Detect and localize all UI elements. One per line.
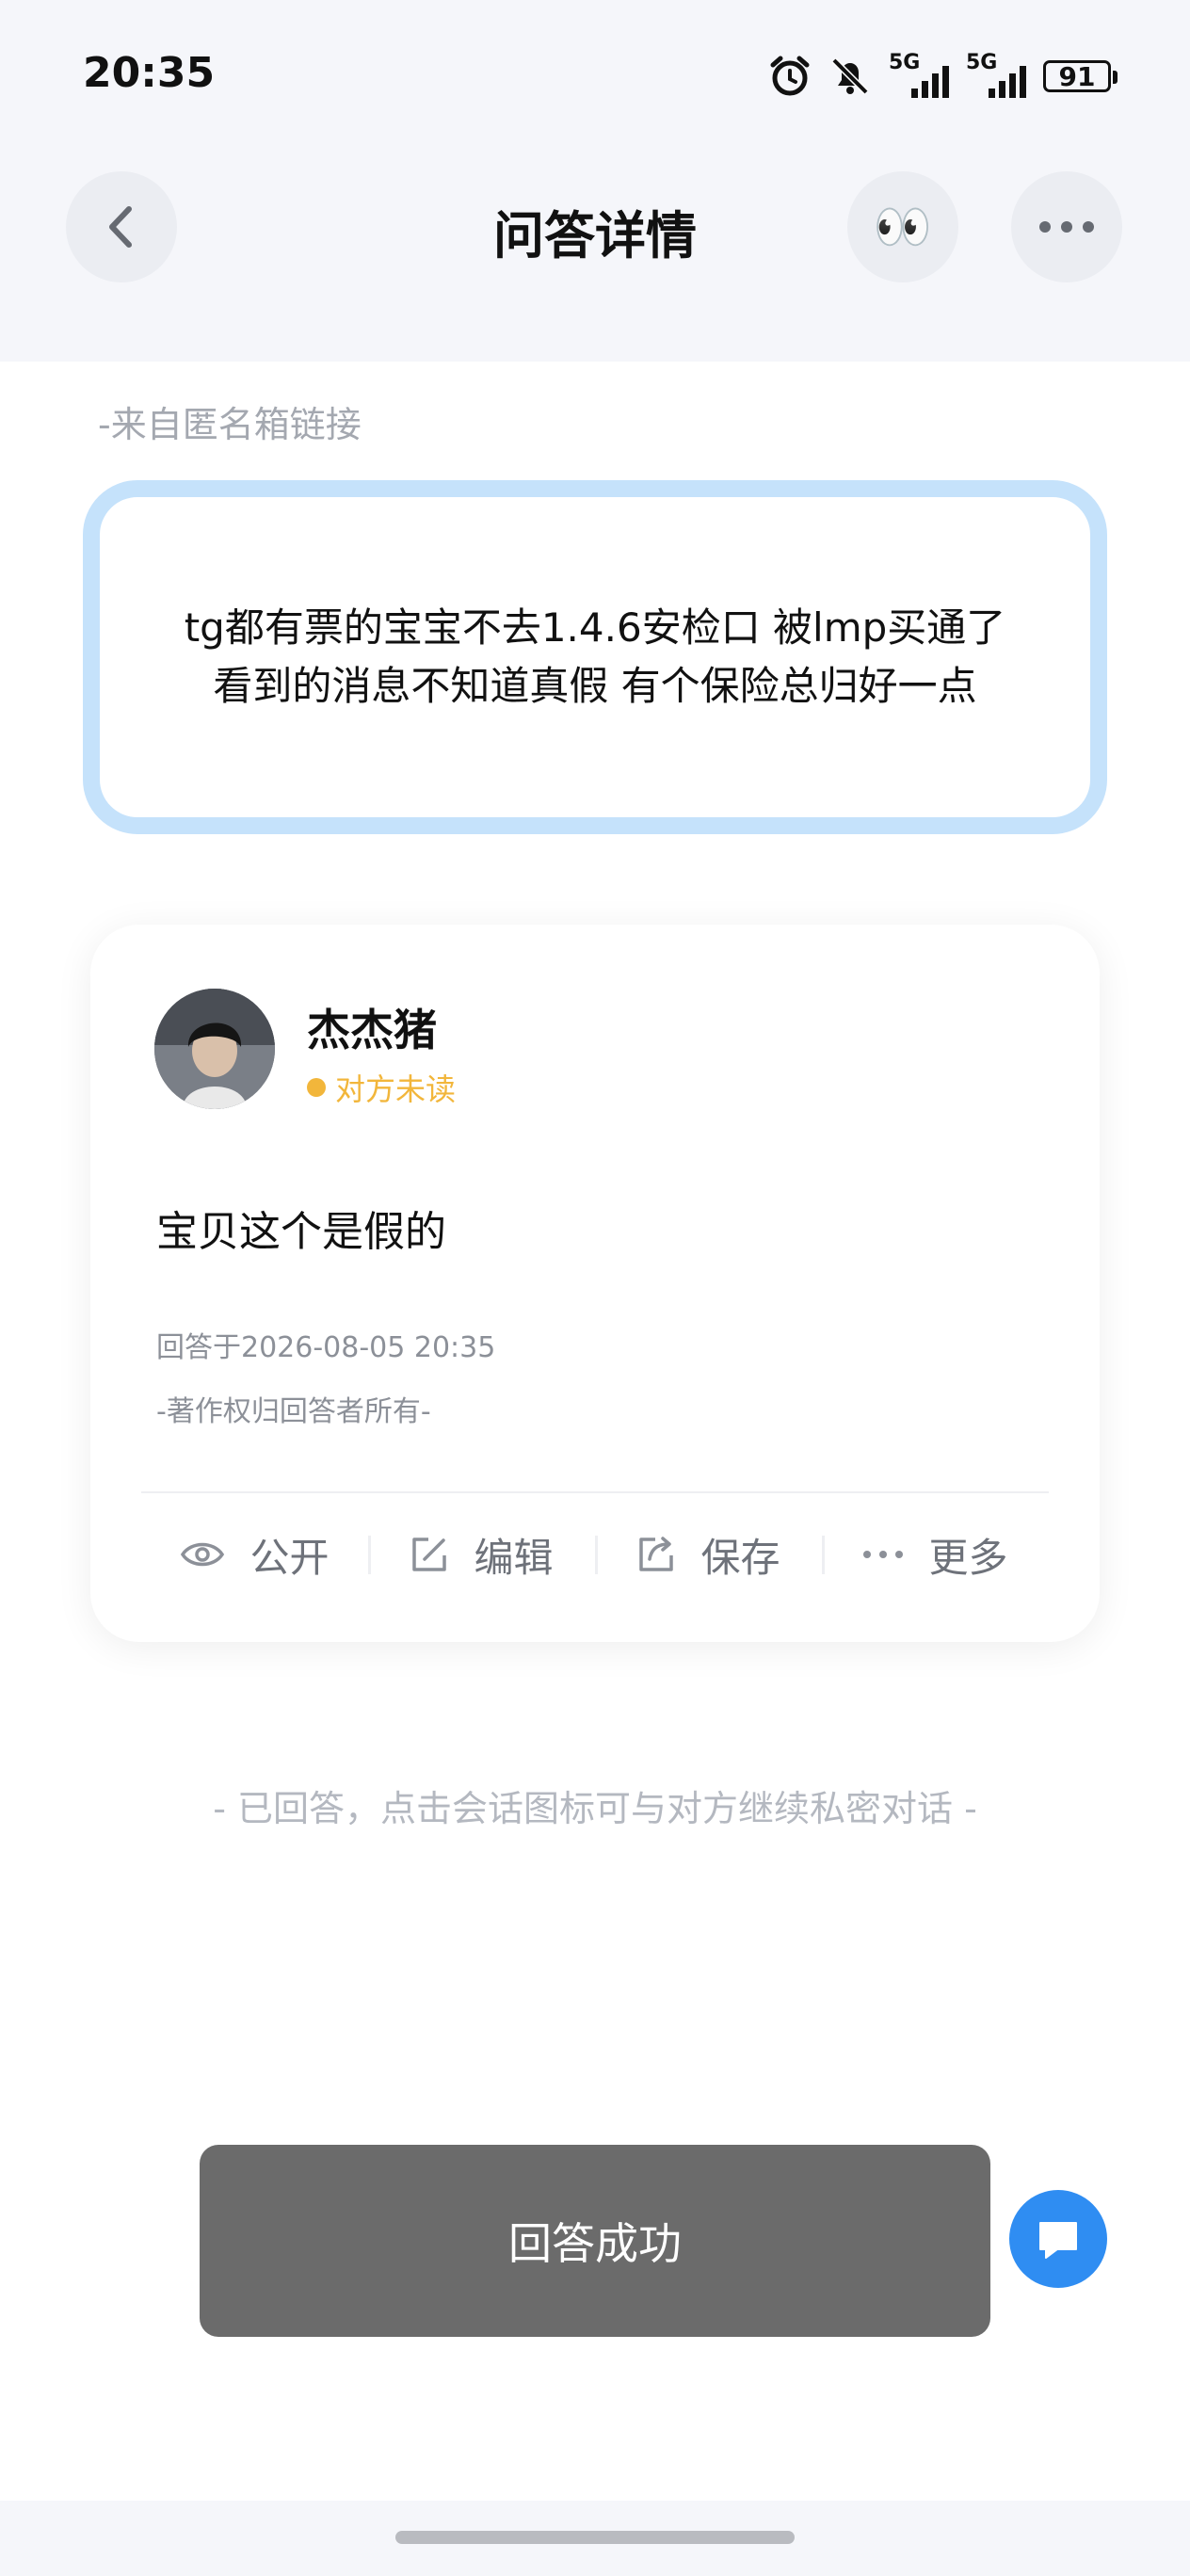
copyright-note: -著作权归回答者所有- xyxy=(156,1395,431,1428)
top-bar: 20:35 5G 5G 91 问答详情 👀 xyxy=(0,0,1190,362)
question-card: tg都有票的宝宝不去1.4.6安检口 被lmp买通了 看到的消息不知道真假 有个… xyxy=(83,480,1107,834)
avatar[interactable] xyxy=(154,989,275,1109)
answer-card: 杰杰猪 对方未读 宝贝这个是假的 回答于2026-08-05 20:35 -著作… xyxy=(90,925,1100,1642)
save-button[interactable]: 保存 xyxy=(595,1526,822,1584)
more-label: 更多 xyxy=(928,1534,1008,1581)
status-time: 20:35 xyxy=(83,49,216,97)
edit-icon xyxy=(412,1538,447,1571)
status-icons: 5G 5G 91 xyxy=(768,51,1118,100)
answer-text: 宝贝这个是假的 xyxy=(156,1208,446,1256)
more-dots-icon xyxy=(1039,221,1094,233)
chat-button[interactable] xyxy=(1009,2190,1107,2288)
battery-indicator: 91 xyxy=(1043,60,1118,92)
alarm-icon xyxy=(770,56,810,96)
public-button[interactable]: 公开 xyxy=(141,1526,368,1584)
edit-button[interactable]: 编辑 xyxy=(368,1526,595,1584)
chat-bubble-icon xyxy=(1039,2222,1077,2259)
read-status-badge: 对方未读 xyxy=(307,1066,456,1109)
answer-timestamp: 回答于2026-08-05 20:35 xyxy=(156,1331,496,1364)
more-button[interactable]: 更多 xyxy=(822,1526,1049,1584)
question-source: -来自匿名箱链接 xyxy=(98,404,362,445)
save-label: 保存 xyxy=(700,1534,780,1581)
success-toast: 回答成功 xyxy=(200,2145,990,2337)
answerer-name: 杰杰猪 xyxy=(307,1005,437,1055)
answer-actions: 公开 编辑 保存 更多 xyxy=(141,1493,1049,1616)
edit-label: 编辑 xyxy=(474,1534,554,1581)
eyes-button[interactable]: 👀 xyxy=(847,171,958,282)
status-dot xyxy=(307,1078,326,1097)
avatar-image xyxy=(154,989,275,1109)
more-options-button[interactable] xyxy=(1011,171,1122,282)
signal-5g-1: 5G xyxy=(889,51,949,98)
home-indicator[interactable] xyxy=(395,2531,795,2544)
public-label: 公开 xyxy=(249,1534,330,1581)
more-dots-icon xyxy=(863,1551,904,1558)
mute-bell-icon xyxy=(831,57,869,95)
eye-icon xyxy=(181,1542,225,1567)
read-status-label: 对方未读 xyxy=(335,1071,457,1107)
share-save-icon xyxy=(639,1537,674,1571)
continue-chat-hint: - 已回答，点击会话图标可与对方继续私密对话 - xyxy=(213,1788,977,1829)
signal-5g-2: 5G xyxy=(966,51,1026,98)
question-text: tg都有票的宝宝不去1.4.6安检口 被lmp买通了 看到的消息不知道真假 有个… xyxy=(184,604,1006,709)
